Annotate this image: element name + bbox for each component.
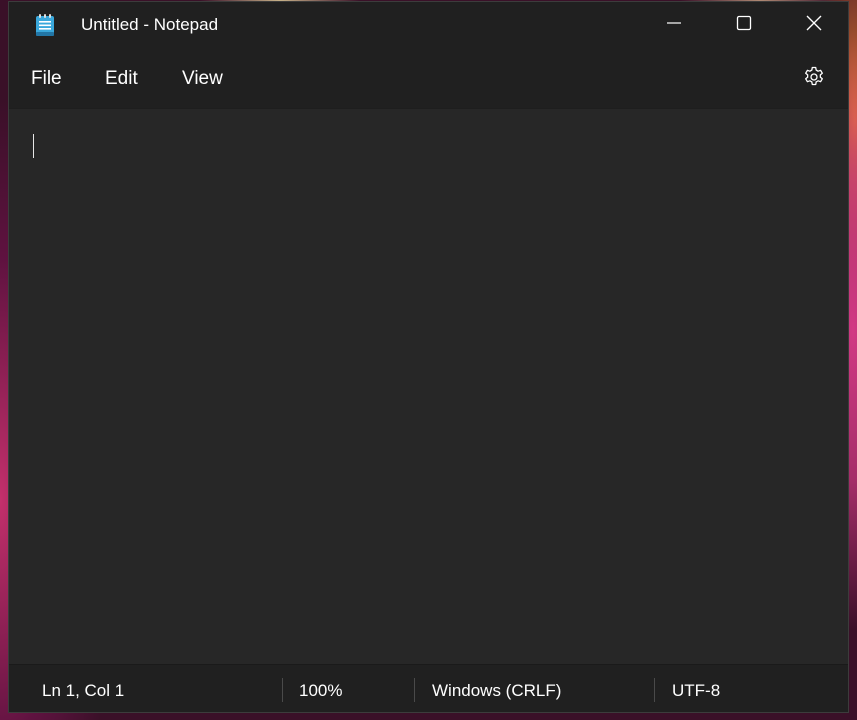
close-icon — [805, 14, 823, 37]
maximize-icon — [736, 15, 752, 36]
status-divider — [282, 678, 283, 702]
notepad-window: Untitled - Notepad File Edit View Ln 1, … — [8, 1, 849, 713]
menu-edit[interactable]: Edit — [105, 68, 138, 90]
line-ending: Windows (CRLF) — [432, 681, 562, 700]
window-title: Untitled - Notepad — [81, 15, 219, 34]
status-bar: Ln 1, Col 1 100% Windows (CRLF) UTF-8 — [9, 664, 848, 712]
status-divider — [654, 678, 655, 702]
menu-view[interactable]: View — [182, 68, 223, 90]
minimize-button[interactable] — [639, 2, 709, 48]
text-editor[interactable] — [9, 108, 848, 664]
text-caret — [33, 134, 34, 158]
gear-icon — [802, 65, 826, 94]
zoom-level: 100% — [299, 681, 343, 700]
encoding: UTF-8 — [672, 681, 721, 700]
notepad-icon — [35, 13, 55, 37]
menu-bar: File Edit View — [9, 48, 848, 108]
menu-file[interactable]: File — [31, 68, 62, 90]
maximize-button[interactable] — [709, 2, 779, 48]
minimize-icon — [666, 15, 682, 36]
close-button[interactable] — [779, 2, 848, 48]
status-divider — [414, 678, 415, 702]
settings-button[interactable] — [797, 64, 831, 94]
cursor-position: Ln 1, Col 1 — [42, 681, 125, 700]
title-bar[interactable]: Untitled - Notepad — [9, 2, 848, 48]
